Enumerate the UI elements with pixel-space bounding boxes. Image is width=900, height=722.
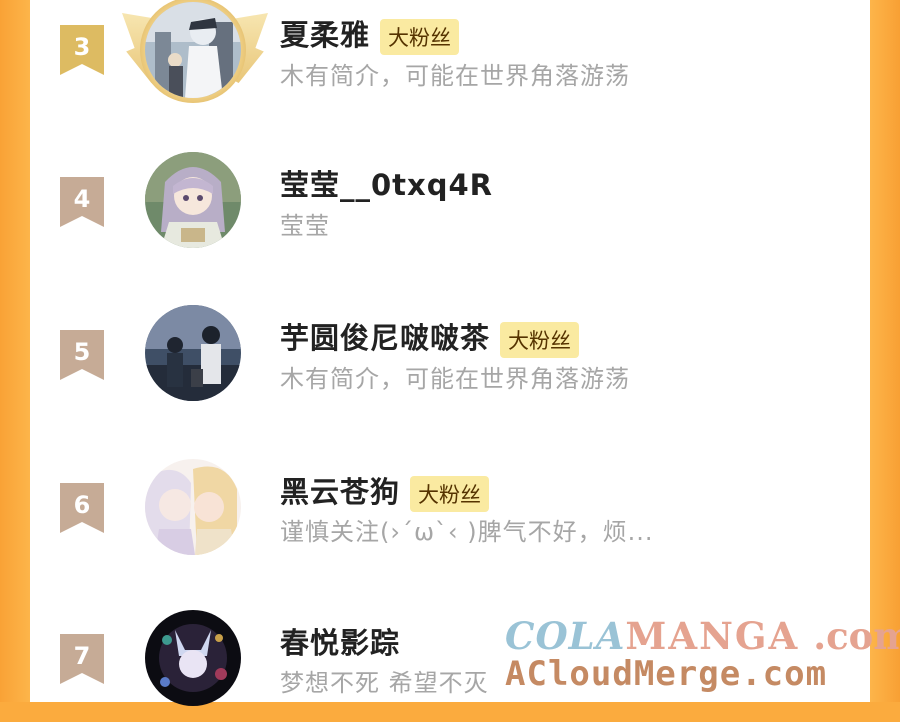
fan-ranking-list: 3 夏柔雅 大粉丝 木有简介，可能在世界角落游荡 4 莹莹__0txq4R 莹莹… [30, 0, 870, 706]
watermark-manga: MANGA [625, 614, 800, 658]
fan-name-text: 春悦影踪 [280, 626, 401, 660]
fan-level-badge: 大粉丝 [410, 476, 490, 512]
fan-list-item[interactable]: 4 莹莹__0txq4R 莹莹 [30, 132, 870, 262]
avatar-image [145, 610, 241, 706]
rank-number: 5 [73, 338, 91, 366]
fan-name[interactable]: 黑云苍狗 大粉丝 [280, 469, 490, 512]
avatar-image [145, 459, 241, 555]
avatar-image [145, 2, 241, 98]
avatar[interactable] [145, 305, 241, 401]
avatar-image [145, 305, 241, 401]
fan-list-item[interactable]: 5 芋圆俊尼啵啵茶 大粉丝 木有简介，可能在世界角落游荡 [30, 286, 870, 416]
avatar[interactable] [145, 152, 241, 248]
avatar[interactable] [145, 2, 241, 98]
fan-bio: 谨慎关注(›´ω`‹ )脾气不好，烦... [280, 518, 654, 546]
avatar-image [145, 152, 241, 248]
fan-name-text: 黑云苍狗 [280, 475, 401, 509]
rank-number: 7 [73, 642, 91, 670]
fan-list-item[interactable]: 3 夏柔雅 大粉丝 木有简介，可能在世界角落游荡 [30, 0, 870, 107]
rank-badge-icon: 6 [60, 483, 104, 533]
fan-bio: 莹莹 [280, 212, 330, 240]
fan-name[interactable]: 夏柔雅 大粉丝 [280, 12, 460, 55]
site-watermark: COLAMANGA .com ACloudMerge.com [505, 610, 900, 702]
fan-name[interactable]: 芋圆俊尼啵啵茶 大粉丝 [280, 315, 580, 358]
watermark-line-1: COLAMANGA .com [505, 614, 900, 658]
fan-bio: 梦想不死 希望不灭 [280, 669, 489, 697]
right-orange-border [870, 0, 900, 702]
watermark-cola: COLA [505, 614, 626, 658]
watermark-com: .com [813, 614, 900, 658]
fan-list-item[interactable]: 6 黑云苍狗 大粉丝 谨慎关注(›´ω`‹ )脾气不好，烦... [30, 440, 870, 570]
fan-name[interactable]: 春悦影踪 [280, 620, 400, 662]
rank-badge-icon: 7 [60, 634, 104, 684]
fan-level-badge: 大粉丝 [500, 322, 580, 358]
fan-name[interactable]: 莹莹__0txq4R [280, 162, 493, 204]
fan-level-badge: 大粉丝 [380, 19, 460, 55]
avatar[interactable] [145, 610, 241, 706]
rank-badge-icon: 3 [60, 25, 104, 75]
rank-badge-icon: 5 [60, 330, 104, 380]
watermark-line-2: ACloudMerge.com [505, 654, 828, 694]
rank-number: 3 [73, 33, 91, 61]
fan-name-text: 莹莹__0txq4R [280, 168, 494, 202]
fan-bio: 木有简介，可能在世界角落游荡 [280, 62, 630, 90]
fan-name-text: 芋圆俊尼啵啵茶 [280, 321, 491, 355]
left-orange-border [0, 0, 30, 702]
rank-number: 4 [73, 185, 91, 213]
rank-badge-icon: 4 [60, 177, 104, 227]
avatar[interactable] [145, 459, 241, 555]
rank-number: 6 [73, 491, 91, 519]
fan-name-text: 夏柔雅 [280, 18, 371, 52]
fan-bio: 木有简介，可能在世界角落游荡 [280, 365, 630, 393]
